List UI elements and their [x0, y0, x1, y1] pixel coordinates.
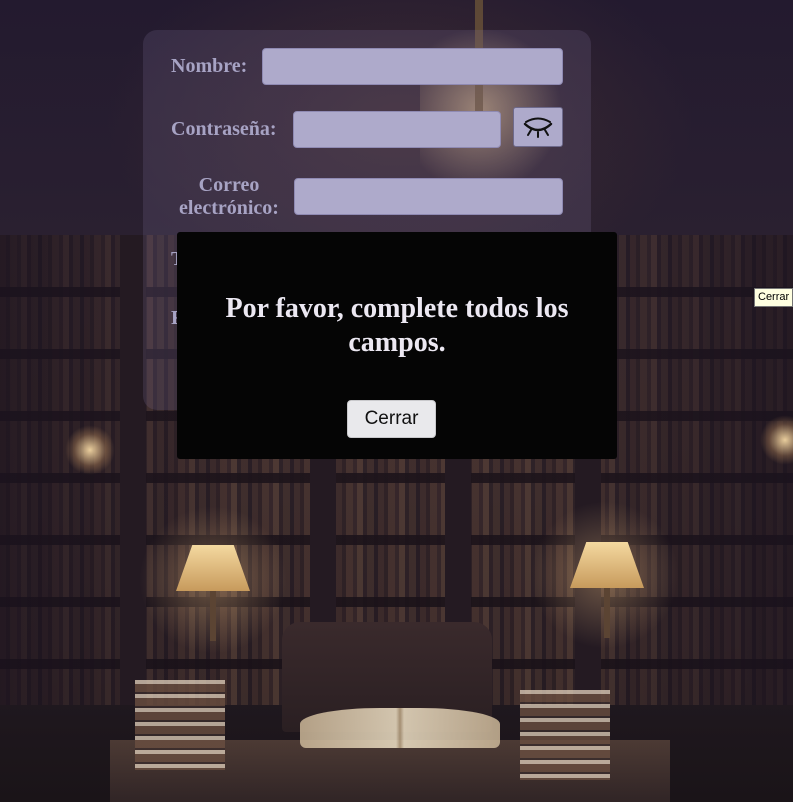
- email-label: Correo electrónico:: [171, 174, 287, 220]
- password-input[interactable]: [293, 111, 501, 148]
- alert-modal: Por favor, complete todos los campos. Ce…: [177, 232, 617, 459]
- book-stack: [135, 680, 225, 770]
- wall-sconce-light: [65, 425, 115, 475]
- alert-message: Por favor, complete todos los campos.: [225, 293, 569, 358]
- email-input[interactable]: [294, 178, 563, 215]
- eye-closed-icon: [523, 117, 553, 138]
- name-label: Nombre:: [171, 55, 248, 77]
- lamp-stem: [210, 591, 216, 641]
- book-stack: [520, 690, 610, 780]
- toggle-password-visibility-button[interactable]: [513, 107, 563, 147]
- close-button[interactable]: Cerrar: [347, 400, 436, 438]
- email-label-line2: electrónico:: [179, 197, 279, 219]
- email-label-line1: Correo: [198, 174, 260, 196]
- lamp-stem: [604, 588, 610, 638]
- name-input[interactable]: [262, 48, 563, 85]
- close-tooltip: Cerrar: [754, 288, 793, 307]
- open-book: [300, 708, 500, 748]
- password-label: Contraseña:: [171, 118, 277, 140]
